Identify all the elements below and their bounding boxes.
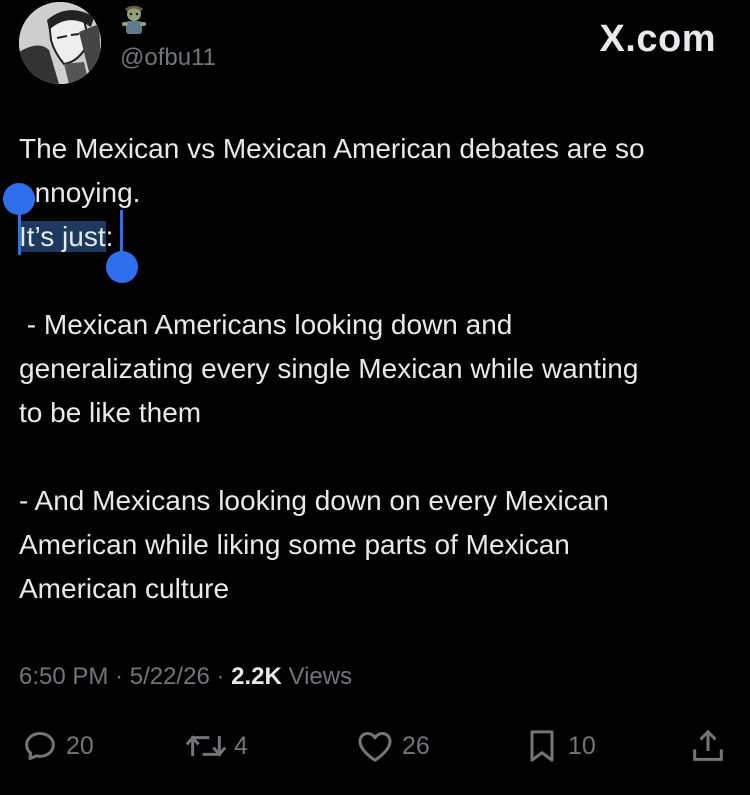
tweet-line: American while liking some parts of Mexi…: [19, 529, 570, 560]
tweet-time[interactable]: 6:50 PM: [19, 663, 108, 690]
share-icon: [693, 729, 723, 761]
like-count: 26: [402, 731, 430, 760]
reply-icon: [25, 732, 55, 760]
tweet-line: The Mexican vs Mexican American debates …: [19, 133, 645, 164]
share-button[interactable]: [688, 725, 728, 767]
repost-icon: [185, 735, 227, 757]
tweet-line: American culture: [19, 573, 230, 604]
avatar[interactable]: [19, 2, 101, 84]
action-bar: 20 4 26 10: [0, 725, 750, 767]
views-count: 2.2K: [231, 663, 282, 690]
reply-button[interactable]: 20: [20, 725, 94, 767]
meta-separator: ·: [108, 663, 130, 690]
reply-count: 20: [66, 731, 94, 760]
tweet-line: - Mexican Americans looking down and: [19, 309, 513, 340]
meta-separator: ·: [209, 663, 232, 690]
views-label: Views: [281, 663, 353, 690]
tweet-meta: 6:50 PM · 5/22/26 · 2.2K Views: [19, 663, 352, 691]
bookmark-icon: [530, 730, 554, 762]
tweet-line: generalizating every single Mexican whil…: [19, 353, 639, 384]
zombie-emoji-icon: [120, 5, 148, 36]
heart-icon: [358, 732, 392, 762]
text-selection[interactable]: It’s just: [19, 221, 106, 252]
tweet-line-rest: :: [105, 221, 114, 252]
selection-start-bar: [18, 207, 21, 255]
author-handle[interactable]: @ofbu11: [120, 44, 216, 72]
tweet-blank-line: [19, 435, 739, 479]
tweet-date[interactable]: 5/22/26: [130, 663, 210, 690]
tweet-line: annoying.: [19, 177, 141, 208]
tweet-line: to be like them: [19, 397, 202, 428]
tweet-line: - And Mexicans looking down on every Mex…: [19, 485, 609, 516]
bookmark-count: 10: [568, 731, 596, 760]
selection-end-handle[interactable]: [106, 251, 138, 283]
repost-button[interactable]: 4: [184, 725, 248, 767]
like-button[interactable]: 26: [354, 725, 430, 767]
bookmark-button[interactable]: 10: [522, 725, 596, 767]
brand-label: X.com: [599, 18, 716, 60]
tweet-text: The Mexican vs Mexican American debates …: [19, 127, 739, 611]
repost-count: 4: [234, 731, 248, 760]
selection-end-bar: [120, 210, 123, 256]
anime-character-avatar-icon: [19, 2, 101, 84]
